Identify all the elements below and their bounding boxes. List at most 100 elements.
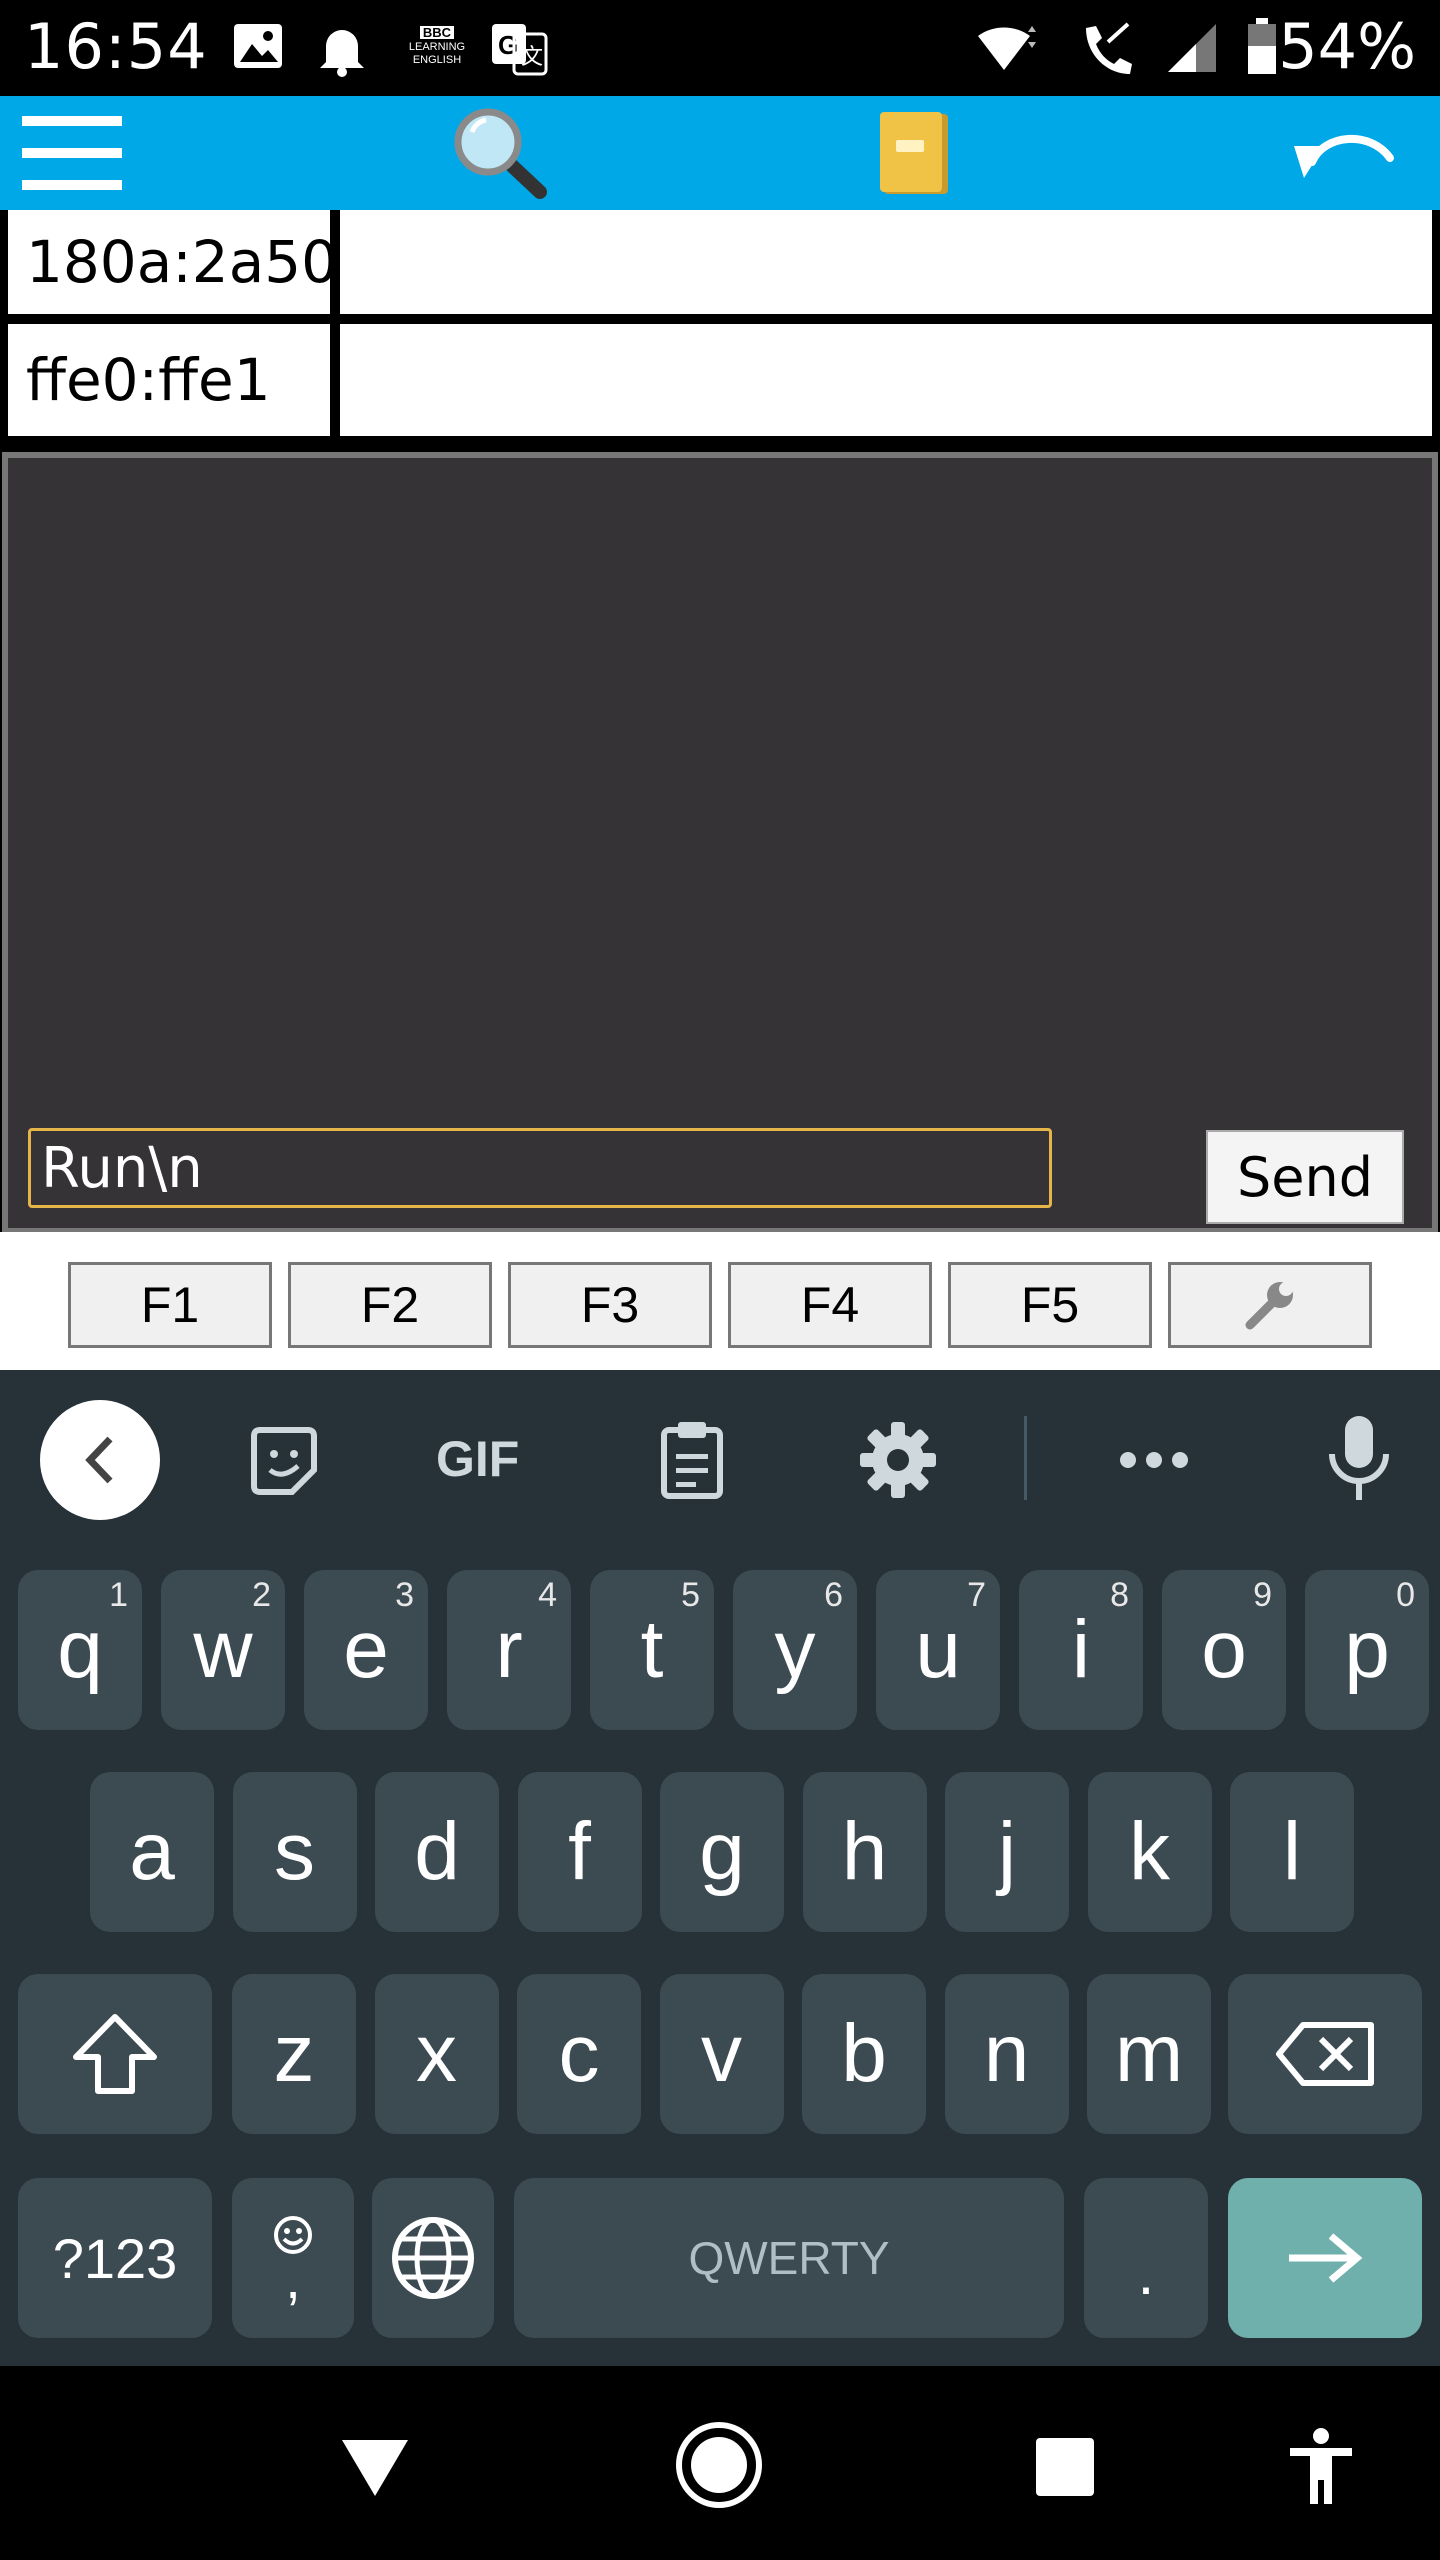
keyboard-collapse-button[interactable]: [40, 1400, 160, 1520]
soft-keyboard: GIF q1w2e3r4t5y6u7i8o9p0 asdfghjkl zxcvb…: [0, 1370, 1440, 2366]
key-r[interactable]: r4: [447, 1570, 571, 1730]
key-o[interactable]: o9: [1162, 1570, 1286, 1730]
key-m[interactable]: m: [1087, 1974, 1211, 2134]
search-icon[interactable]: [452, 106, 548, 200]
key-label: x: [416, 2008, 457, 2099]
sticker-icon[interactable]: [248, 1426, 320, 1498]
svg-text:文: 文: [521, 44, 543, 69]
key-q[interactable]: q1: [18, 1570, 142, 1730]
key-k[interactable]: k: [1087, 1772, 1212, 1932]
enter-key[interactable]: [1228, 2178, 1422, 2338]
key-label: k: [1129, 1806, 1170, 1897]
key-h[interactable]: h: [802, 1772, 927, 1932]
f1-button[interactable]: F1: [68, 1262, 272, 1348]
command-input[interactable]: [28, 1128, 1052, 1208]
undo-icon[interactable]: [1290, 122, 1396, 188]
shift-key[interactable]: [18, 1974, 212, 2134]
key-hint: 3: [395, 1576, 414, 1614]
key-label: r: [495, 1604, 523, 1695]
key-hint: 4: [538, 1576, 557, 1614]
arrow-right-icon: [1289, 2233, 1363, 2283]
key-label: i: [1071, 1604, 1091, 1695]
key-z[interactable]: z: [232, 1974, 356, 2134]
key-label: o: [1201, 1604, 1247, 1695]
key-label: j: [997, 1806, 1017, 1897]
key-label: f: [568, 1806, 591, 1897]
emoji-comma-key[interactable]: ,: [232, 2178, 354, 2338]
key-label: h: [841, 1806, 888, 1897]
table-cell-uuid: ffe0:ffe1: [8, 324, 330, 436]
translate-icon: G 文: [492, 24, 548, 76]
key-e[interactable]: e3: [304, 1570, 428, 1730]
key-t[interactable]: t5: [590, 1570, 714, 1730]
key-a[interactable]: a: [90, 1772, 214, 1932]
battery-icon: [1248, 18, 1276, 74]
space-key[interactable]: QWERTY: [514, 2178, 1064, 2338]
clipboard-icon[interactable]: [660, 1420, 724, 1500]
key-j[interactable]: j: [945, 1772, 1069, 1932]
key-hint: 2: [252, 1576, 271, 1614]
key-w[interactable]: w2: [161, 1570, 285, 1730]
home-icon[interactable]: [674, 2420, 764, 2510]
key-label: g: [699, 1806, 745, 1897]
key-label: u: [915, 1604, 961, 1695]
function-keys-bar: F1 F2 F3 F4 F5: [0, 1232, 1440, 1370]
settings-button[interactable]: [1168, 1262, 1372, 1348]
table-row[interactable]: 180a:2a50: [8, 210, 1432, 314]
symbols-key[interactable]: ?123: [18, 2178, 212, 2338]
notebook-icon[interactable]: [876, 110, 952, 198]
key-b[interactable]: b: [802, 1974, 926, 2134]
key-label: a: [129, 1806, 175, 1897]
f2-button[interactable]: F2: [288, 1262, 492, 1348]
gif-button[interactable]: GIF: [436, 1430, 519, 1488]
back-icon[interactable]: [340, 2438, 410, 2498]
recents-icon[interactable]: [1034, 2436, 1096, 2498]
terminal-output: Send: [2, 452, 1438, 1234]
status-time: 16:54: [24, 10, 208, 83]
characteristics-table: 180a:2a50 ffe0:ffe1: [0, 210, 1440, 450]
key-hint: 1: [109, 1576, 128, 1614]
key-x[interactable]: x: [374, 1974, 499, 2134]
key-g[interactable]: g: [660, 1772, 784, 1932]
table-row[interactable]: ffe0:ffe1: [8, 324, 1432, 436]
send-button[interactable]: Send: [1206, 1130, 1404, 1224]
shift-icon: [73, 2014, 157, 2094]
key-hint: 6: [824, 1576, 843, 1614]
key-p[interactable]: p0: [1305, 1570, 1429, 1730]
backspace-key[interactable]: [1228, 1974, 1422, 2134]
table-cell-uuid: 180a:2a50: [8, 210, 338, 314]
key-d[interactable]: d: [375, 1772, 499, 1932]
app-bar: [0, 96, 1440, 210]
key-n[interactable]: n: [944, 1974, 1069, 2134]
key-f[interactable]: f: [517, 1772, 642, 1932]
language-key[interactable]: [372, 2178, 494, 2338]
key-label: v: [701, 2008, 742, 2099]
f5-button[interactable]: F5: [948, 1262, 1152, 1348]
bbc-learning-english-icon: BBC LEARNING ENGLISH: [408, 25, 466, 66]
key-label: m: [1114, 2008, 1184, 2099]
wrench-icon: [1245, 1282, 1293, 1330]
key-s[interactable]: s: [232, 1772, 357, 1932]
key-l[interactable]: l: [1230, 1772, 1354, 1932]
key-y[interactable]: y6: [733, 1570, 857, 1730]
accessibility-icon[interactable]: [1286, 2428, 1356, 2506]
key-hint: 7: [967, 1576, 986, 1614]
key-label: n: [983, 2008, 1030, 2099]
microphone-icon[interactable]: [1326, 1414, 1392, 1504]
more-options-icon[interactable]: [1118, 1450, 1190, 1470]
key-u[interactable]: u7: [876, 1570, 1000, 1730]
f4-button[interactable]: F4: [728, 1262, 932, 1348]
key-v[interactable]: v: [659, 1974, 784, 2134]
key-hint: 5: [681, 1576, 700, 1614]
gear-icon[interactable]: [860, 1422, 936, 1498]
key-label: z: [273, 2008, 315, 2099]
backspace-icon: [1276, 2022, 1374, 2086]
menu-icon[interactable]: [22, 110, 122, 196]
key-label: d: [414, 1806, 460, 1897]
key-c[interactable]: c: [517, 1974, 641, 2134]
period-key[interactable]: .: [1084, 2178, 1208, 2338]
f3-button[interactable]: F3: [508, 1262, 712, 1348]
key-i[interactable]: i8: [1019, 1570, 1143, 1730]
key-hint: 0: [1396, 1576, 1415, 1614]
key-label: y: [774, 1604, 816, 1695]
